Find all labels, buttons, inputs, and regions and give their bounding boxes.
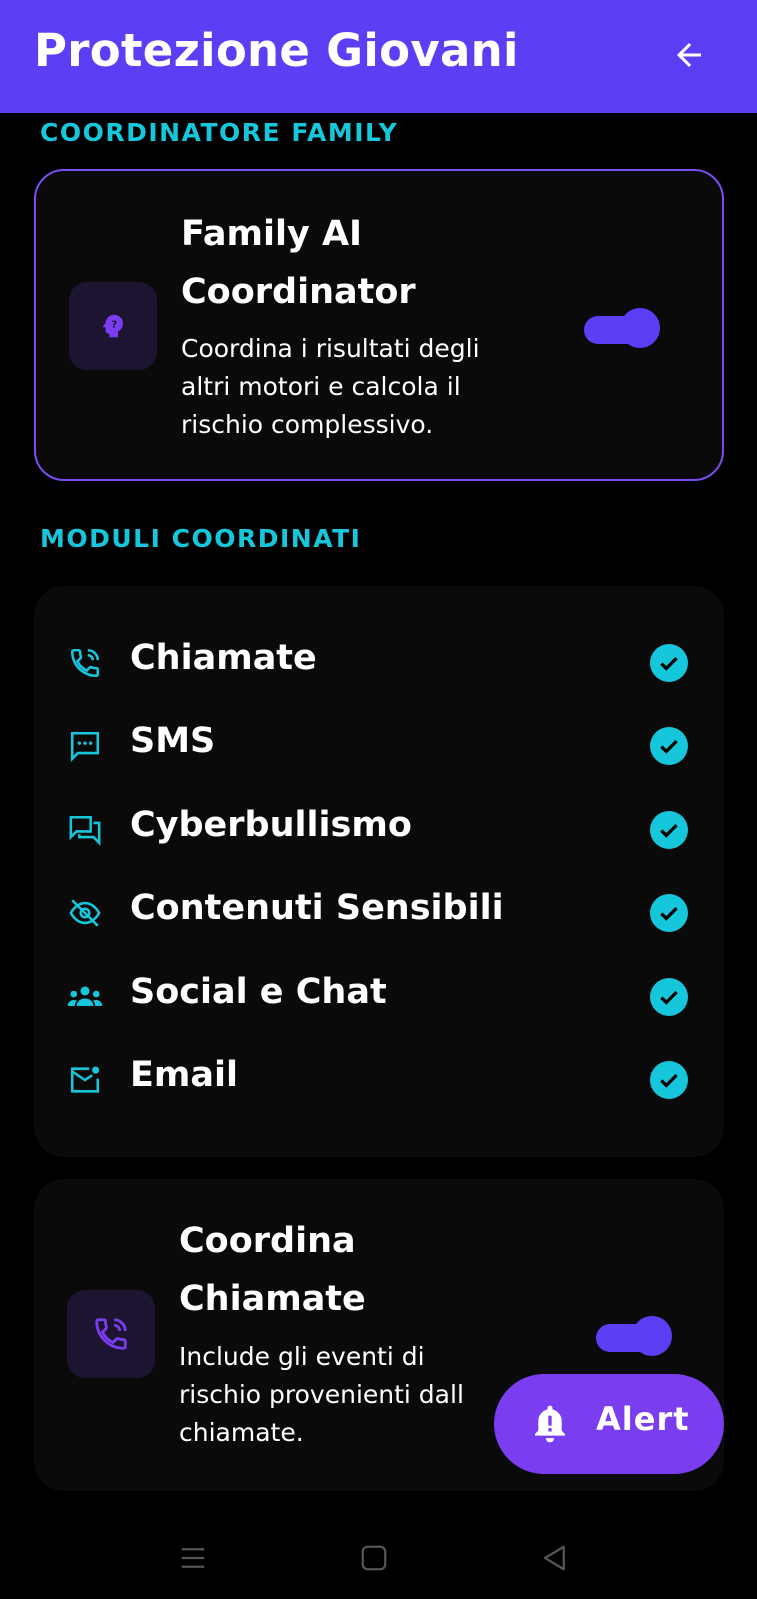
head-question-icon: ? [102, 314, 123, 338]
module-row-contenuti-sensibili: Contenuti Sensibili [34, 872, 724, 952]
mail-unread-icon [66, 1061, 104, 1099]
eye-off-icon [66, 894, 104, 932]
module-label: Email [130, 1055, 238, 1095]
back-triangle-icon [543, 1545, 565, 1571]
system-nav-bar [0, 1520, 757, 1599]
module-label: Cyberbullismo [130, 805, 412, 845]
module-row-chiamate: Chiamate [34, 622, 724, 702]
module-row-email: Email [34, 1039, 724, 1119]
family-coordinator-toggle[interactable] [582, 308, 660, 348]
check-icon [650, 644, 688, 682]
system-back-button[interactable] [535, 1538, 575, 1578]
page-title: Protezione Giovani [34, 24, 519, 77]
section-label-family: COORDINATORE FAMILY [40, 118, 399, 147]
module-row-social: Social e Chat [34, 956, 724, 1036]
calls-card-title-line1: Coordina [179, 1221, 356, 1261]
alert-label: Alert [596, 1400, 690, 1438]
family-coordinator-card: ? Family AI Coordinator Coordina i risul… [34, 169, 724, 481]
toggle-thumb [632, 1316, 672, 1356]
menu-icon [181, 1548, 205, 1568]
module-label: SMS [130, 721, 216, 761]
alert-fab-button[interactable]: Alert [494, 1374, 724, 1474]
module-label: Social e Chat [130, 972, 387, 1012]
family-card-title-line2: Coordinator [181, 272, 416, 312]
calls-card-desc-line2: rischio provenienti dall [179, 1380, 464, 1409]
family-card-desc-line2: altri motori e calcola il [181, 372, 461, 401]
home-button[interactable] [354, 1538, 394, 1578]
modules-card: Chiamate SMS Cyberbullismo Contenuti Sen… [34, 586, 724, 1157]
phone-call-icon [66, 644, 104, 682]
app-bar: Protezione Giovani [0, 0, 757, 113]
forum-icon [66, 811, 104, 849]
arrow-left-icon [677, 43, 701, 67]
family-icon-box: ? [69, 282, 157, 370]
calls-icon-box [67, 1290, 155, 1378]
module-label: Chiamate [130, 638, 317, 678]
family-card-desc-line1: Coordina i risultati degli [181, 334, 480, 363]
family-card-title-line1: Family AI [181, 214, 363, 254]
check-icon [650, 727, 688, 765]
calls-card-title-line2: Chiamate [179, 1279, 366, 1319]
check-icon [650, 1061, 688, 1099]
check-icon [650, 894, 688, 932]
sms-icon [66, 727, 104, 765]
coordina-chiamate-toggle[interactable] [594, 1316, 672, 1356]
check-icon [650, 811, 688, 849]
home-square-icon [361, 1545, 387, 1571]
module-row-cyberbullismo: Cyberbullismo [34, 789, 724, 869]
calls-card-desc-line3: chiamate. [179, 1418, 304, 1447]
module-row-sms: SMS [34, 705, 724, 785]
calls-card-desc-line1: Include gli eventi di [179, 1342, 425, 1371]
toggle-thumb [620, 308, 660, 348]
bell-alert-icon [535, 1405, 565, 1443]
module-label: Contenuti Sensibili [130, 888, 504, 928]
groups-icon [66, 978, 104, 1016]
check-icon [650, 978, 688, 1016]
svg-text:?: ? [111, 319, 117, 330]
phone-call-icon [95, 1318, 127, 1350]
family-card-desc-line3: rischio complessivo. [181, 410, 434, 439]
section-label-modules: MODULI COORDINATI [40, 524, 362, 553]
back-button[interactable] [664, 30, 714, 80]
recents-button[interactable] [173, 1538, 213, 1578]
